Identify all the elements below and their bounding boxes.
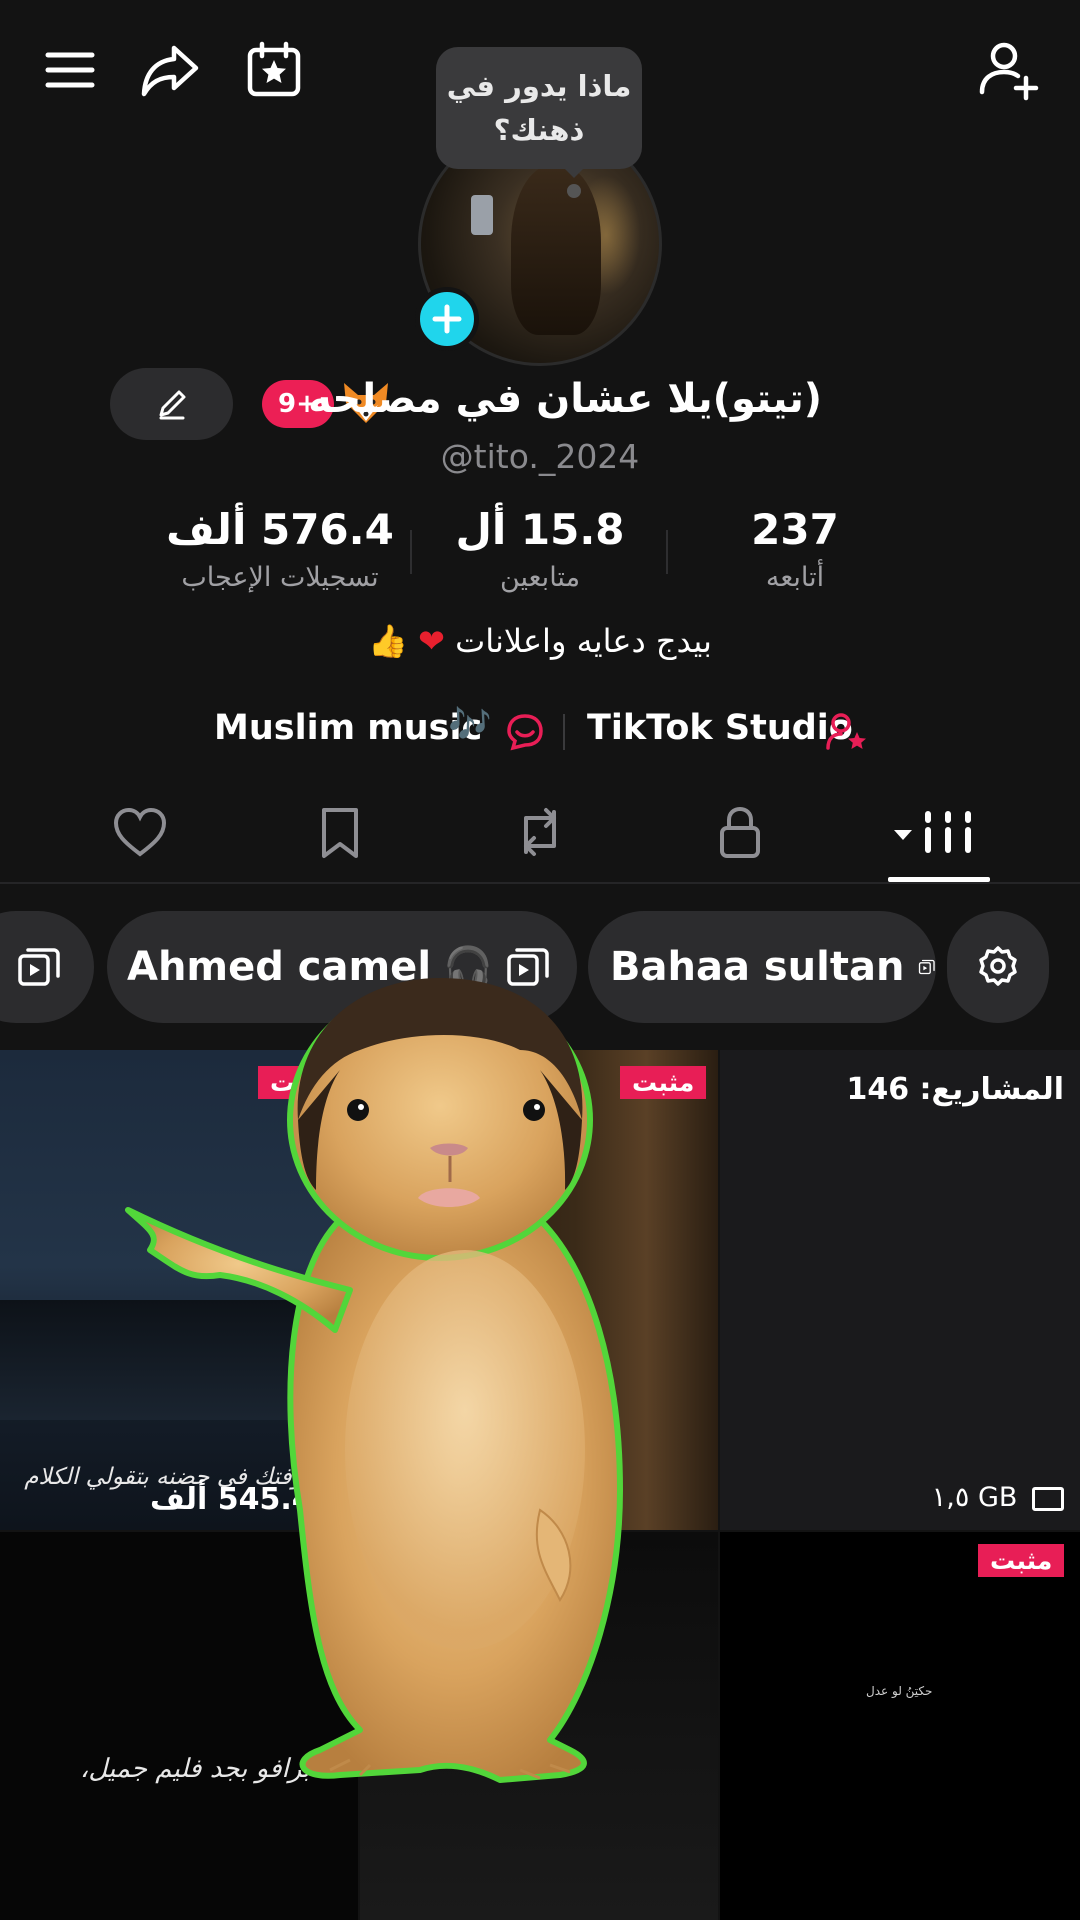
following-count[interactable]: 237 xyxy=(700,505,890,554)
drafts-size-value: ١,٥ GB xyxy=(931,1482,1018,1513)
video-caption: برافو بجد فليم جميل، xyxy=(80,1754,311,1784)
share-icon[interactable] xyxy=(136,36,204,104)
drafts-label: المشاريع: 146 xyxy=(846,1072,1064,1107)
links-divider xyxy=(563,714,565,750)
display-name: (تيتو)يلا عشان في مصلحه xyxy=(308,376,822,422)
video-thumbnail[interactable] xyxy=(360,1532,718,1920)
followers-label: متابعين xyxy=(499,562,581,593)
drafts-tile[interactable]: المشاريع: 146 ١,٥ GB xyxy=(720,1050,1080,1530)
collection-chip-partial[interactable] xyxy=(0,911,94,1023)
drafts-size: ١,٥ GB xyxy=(932,1482,1064,1513)
status-bubble-line1: ماذا يدور في xyxy=(446,69,632,103)
studio-user-star-icon xyxy=(826,713,866,750)
private-tab-lock-icon[interactable] xyxy=(710,802,770,862)
headphones-heart-icon: 🎧 xyxy=(443,944,493,991)
video-thumbnail[interactable]: مثبت xyxy=(360,1050,718,1530)
chat-bubble-icon xyxy=(507,714,543,751)
video-thumbnail[interactable]: مثبت حكتِنُ لو عدل xyxy=(720,1532,1080,1920)
add-friend-icon[interactable] xyxy=(974,36,1042,104)
liked-tab-heart-icon[interactable] xyxy=(110,802,170,862)
collection-chip-ahmed-camel[interactable]: Ahmed camel 🎧 xyxy=(107,911,577,1023)
bio-text: بيدج دعايه واعلانات xyxy=(455,622,712,660)
video-caption: حكتِنُ لو عدل xyxy=(866,1684,933,1698)
following-label: أتابعه xyxy=(765,562,825,593)
pinned-badge: مثبت xyxy=(978,1544,1065,1577)
likes-count[interactable]: 576.4 ألف xyxy=(160,505,400,554)
collections-settings-button[interactable] xyxy=(947,911,1049,1023)
videos-tab-grid-icon[interactable] xyxy=(888,802,990,862)
username[interactable]: @tito._2024 xyxy=(360,437,720,476)
pencil-icon xyxy=(159,390,185,420)
stats-divider xyxy=(410,530,412,574)
calendar-star-icon[interactable] xyxy=(240,36,308,104)
heart-emoji-icon: ❤ xyxy=(418,622,445,660)
status-bubble-line2: ذهنك؟ xyxy=(493,113,585,147)
gear-icon xyxy=(979,946,1017,986)
folder-icon xyxy=(1032,1486,1064,1511)
bubble-dot xyxy=(567,184,581,198)
menu-icon[interactable] xyxy=(36,36,104,104)
collection-icon xyxy=(507,948,549,986)
thumbs-up-emoji-icon: 👍 xyxy=(368,622,408,660)
likes-label: تسجيلات الإعجاب xyxy=(181,562,379,593)
video-thumbnail[interactable]: برافو بجد فليم جميل، xyxy=(0,1532,358,1920)
collection-chip-bahaa-sultan[interactable]: Bahaa sultan xyxy=(588,911,936,1023)
edit-profile-button[interactable] xyxy=(110,368,233,440)
followers-count[interactable]: 15.8 أل xyxy=(430,505,650,554)
bio: بيدج دعايه واعلانات ❤ 👍 xyxy=(240,622,840,660)
video-thumbnail[interactable]: مثبت وشوفتك في حضنه بتقولي الكلام ▷ 545.… xyxy=(0,1050,358,1530)
view-count-value: 545.4 ألف xyxy=(150,1482,313,1517)
stats-divider xyxy=(666,530,668,574)
view-count: ▷ 545.4 ألف xyxy=(150,1482,346,1517)
profile-links: Muslim music 🎶 TikTok Studio xyxy=(200,700,880,760)
saved-tab-bookmark-icon[interactable] xyxy=(310,802,370,862)
collection-label: Bahaa sultan xyxy=(610,944,905,990)
pinned-badge: مثبت xyxy=(258,1066,345,1099)
plus-icon xyxy=(432,304,462,334)
add-story-button[interactable] xyxy=(415,287,479,351)
bubble-tail xyxy=(562,166,586,178)
tabs-border xyxy=(0,882,1080,884)
music-notes-icon: 🎶 xyxy=(448,705,492,745)
play-icon: ▷ xyxy=(323,1482,347,1517)
collection-icon xyxy=(18,948,60,986)
status-bubble[interactable]: ماذا يدور في ذهنك؟ xyxy=(436,47,642,169)
collection-label: Ahmed camel xyxy=(127,944,432,990)
collection-icon xyxy=(919,959,936,975)
muslim-music-link[interactable]: Muslim music xyxy=(214,708,482,748)
reposts-tab-repost-icon[interactable] xyxy=(510,802,570,862)
pinned-badge: مثبت xyxy=(620,1066,707,1099)
tiktok-studio-link[interactable]: TikTok Studio xyxy=(587,708,853,748)
thumbnail-scenery xyxy=(0,1300,358,1420)
